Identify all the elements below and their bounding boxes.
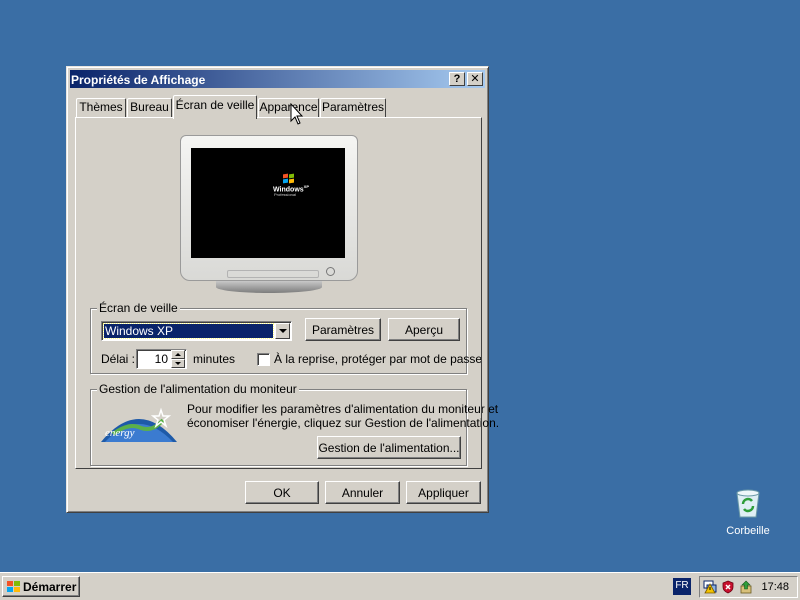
title-bar[interactable]: Propriétés de Affichage ? ✕ <box>70 70 485 88</box>
tab-panel <box>75 117 482 469</box>
network-icon[interactable] <box>703 580 717 594</box>
tab-bureau[interactable]: Bureau <box>127 98 172 117</box>
ok-button[interactable]: OK <box>245 481 319 504</box>
display-properties-dialog: Propriétés de Affichage ? ✕ Thèmes Burea… <box>66 66 499 513</box>
security-shield-icon[interactable] <box>721 580 735 594</box>
clock[interactable]: 17:48 <box>761 581 789 593</box>
tab-themes[interactable]: Thèmes <box>76 98 126 117</box>
windows-flag-icon <box>7 581 20 593</box>
language-indicator[interactable]: FR <box>673 578 691 595</box>
updates-icon[interactable] <box>739 580 753 594</box>
recycle-bin[interactable]: Corbeille <box>722 486 774 542</box>
help-button[interactable]: ? <box>449 72 465 86</box>
recycle-bin-label[interactable]: Corbeille <box>722 525 774 537</box>
close-button[interactable]: ✕ <box>467 72 483 86</box>
system-tray: 17:48 <box>699 576 798 598</box>
window-title: Propriétés de Affichage <box>71 73 206 87</box>
cancel-button[interactable]: Annuler <box>325 481 400 504</box>
apply-button[interactable]: Appliquer <box>406 481 481 504</box>
mouse-cursor-icon <box>290 103 304 125</box>
tab-settings[interactable]: Paramètres <box>320 98 386 117</box>
tab-screensaver[interactable]: Écran de veille <box>173 95 257 119</box>
start-button-label: Démarrer <box>23 580 77 594</box>
recycle-bin-icon[interactable] <box>734 488 762 518</box>
start-button[interactable]: Démarrer <box>2 576 80 597</box>
taskbar: Démarrer FR 17:48 <box>0 572 800 600</box>
desktop: Propriétés de Affichage ? ✕ Thèmes Burea… <box>0 0 800 572</box>
tab-appearance[interactable]: Apparence <box>258 98 319 117</box>
